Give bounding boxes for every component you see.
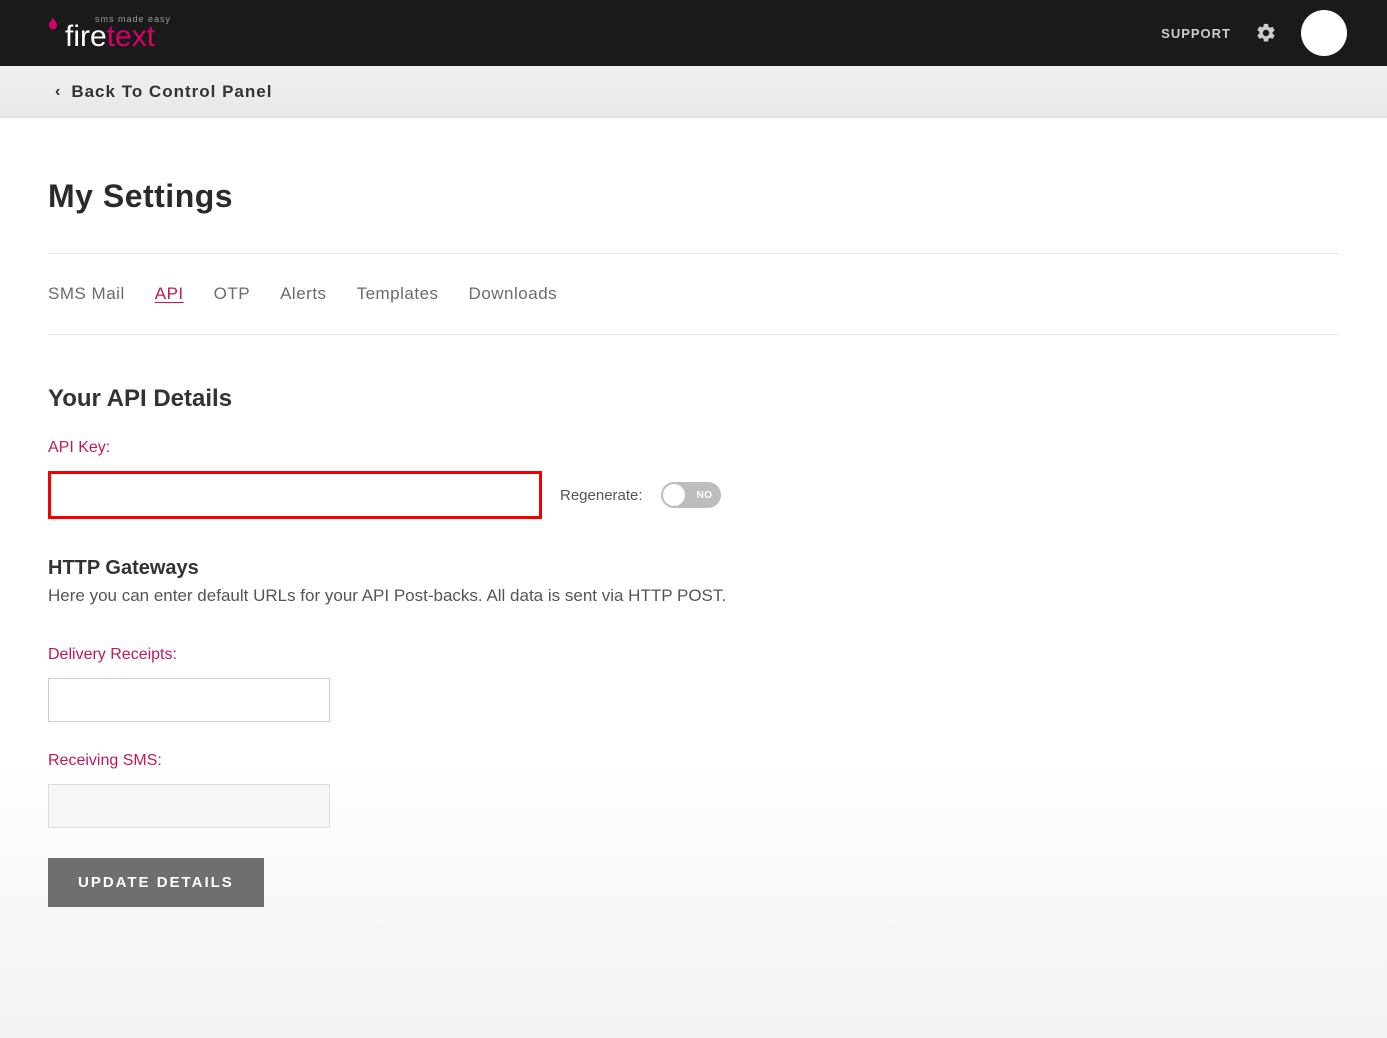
delivery-receipts-label: Delivery Receipts: xyxy=(48,646,1339,664)
api-key-value-box xyxy=(48,471,542,519)
top-header: sms made easy firetext SUPPORT xyxy=(0,0,1387,66)
tab-alerts[interactable]: Alerts xyxy=(280,284,326,304)
toggle-state-text: NO xyxy=(697,490,713,501)
support-link[interactable]: SUPPORT xyxy=(1161,26,1231,41)
http-gateways-title: HTTP Gateways xyxy=(48,557,1339,580)
flame-icon xyxy=(45,8,61,24)
toggle-knob xyxy=(663,484,685,506)
divider xyxy=(48,334,1339,335)
tab-api[interactable]: API xyxy=(155,284,184,304)
settings-button[interactable] xyxy=(1255,22,1277,44)
regenerate-label: Regenerate: xyxy=(560,487,643,504)
logo[interactable]: sms made easy firetext xyxy=(45,14,171,52)
receiving-sms-label: Receiving SMS: xyxy=(48,752,1339,770)
tab-otp[interactable]: OTP xyxy=(214,284,250,304)
delivery-receipts-input[interactable] xyxy=(48,678,330,722)
tabs: SMS Mail API OTP Alerts Templates Downlo… xyxy=(48,254,1339,334)
regenerate-toggle[interactable]: NO xyxy=(661,482,721,508)
main-content: My Settings SMS Mail API OTP Alerts Temp… xyxy=(0,118,1387,1038)
update-details-button[interactable]: UPDATE DETAILS xyxy=(48,858,264,907)
back-to-control-panel-link[interactable]: ‹ Back To Control Panel xyxy=(55,82,272,102)
gear-icon xyxy=(1255,22,1277,44)
api-details-title: Your API Details xyxy=(48,385,1339,413)
tab-templates[interactable]: Templates xyxy=(357,284,439,304)
page-title: My Settings xyxy=(48,178,1339,215)
logo-text-fire: fire xyxy=(65,22,107,52)
tab-sms-mail[interactable]: SMS Mail xyxy=(48,284,125,304)
http-gateways-description: Here you can enter default URLs for your… xyxy=(48,586,1339,606)
logo-text-text: text xyxy=(107,22,155,52)
avatar[interactable] xyxy=(1301,10,1347,56)
receiving-sms-input[interactable] xyxy=(48,784,330,828)
api-key-label: API Key: xyxy=(48,439,1339,457)
chevron-left-icon: ‹ xyxy=(55,83,61,101)
back-label: Back To Control Panel xyxy=(71,82,272,102)
tab-downloads[interactable]: Downloads xyxy=(469,284,558,304)
breadcrumb-bar: ‹ Back To Control Panel xyxy=(0,66,1387,118)
